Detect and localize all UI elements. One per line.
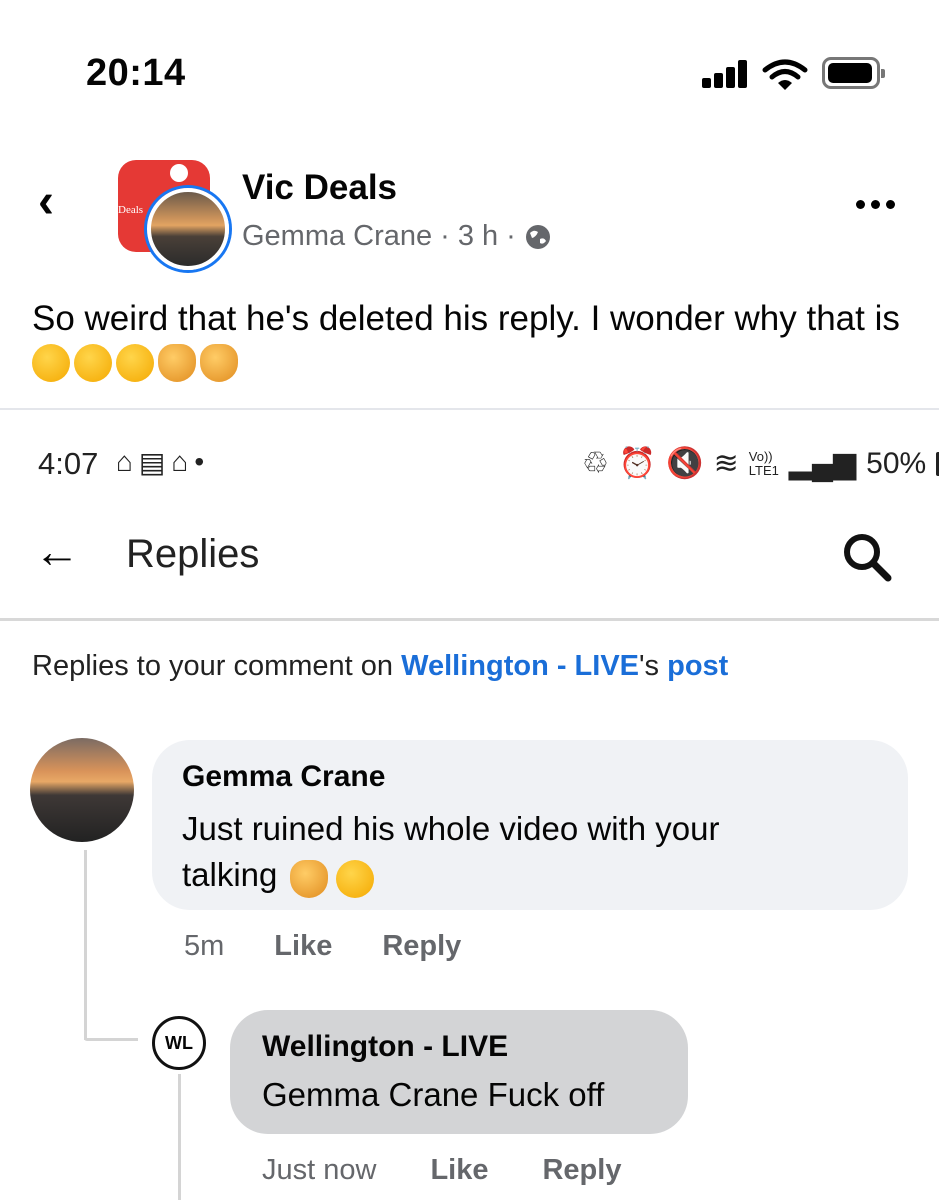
globe-icon bbox=[525, 224, 550, 249]
reply-avatar[interactable]: WL bbox=[152, 1016, 206, 1070]
reply-author[interactable]: Wellington - LIVE bbox=[262, 1030, 508, 1064]
signal-icon: ▂▄▆ bbox=[788, 447, 857, 480]
replies-title: Replies bbox=[126, 532, 260, 576]
meta-separator: · bbox=[440, 220, 450, 252]
group-name[interactable]: Vic Deals bbox=[242, 168, 397, 208]
reply-bubble[interactable] bbox=[230, 1010, 688, 1134]
thread-line bbox=[84, 850, 87, 1040]
replies-context: Replies to your comment on Wellington - … bbox=[32, 650, 728, 683]
cellular-signal-icon bbox=[702, 60, 750, 88]
reply-time: Just now bbox=[262, 1154, 377, 1186]
recycle-icon: ♲ bbox=[582, 447, 609, 480]
comment-text: Just ruined his whole video with your ta… bbox=[182, 806, 882, 898]
battery-icon bbox=[822, 57, 885, 89]
thread-line bbox=[84, 1038, 138, 1041]
wifi-icon: ≋ bbox=[713, 447, 739, 480]
reply-button[interactable]: Reply bbox=[382, 930, 461, 963]
commenter-avatar[interactable] bbox=[30, 738, 134, 842]
context-page-link[interactable]: Wellington - LIVE bbox=[401, 650, 639, 682]
comment-author[interactable]: Gemma Crane bbox=[182, 760, 385, 794]
battery-percent: 50% bbox=[866, 446, 927, 480]
network-label: Vo)) LTE1 bbox=[748, 448, 779, 478]
woman-facepalming-icon bbox=[200, 344, 238, 382]
context-post-link[interactable]: post bbox=[667, 650, 728, 682]
home-icon: ⌂ bbox=[171, 446, 189, 477]
comment-body: Just ruined his whole video with your ta… bbox=[182, 810, 720, 893]
back-chevron-icon[interactable]: ‹ bbox=[38, 178, 54, 226]
android-status-right: ♲ ⏰ 🔇 ≋ Vo)) LTE1 ▂▄▆ 50% bbox=[582, 446, 939, 481]
post-age[interactable]: 3 h bbox=[458, 220, 498, 253]
laughing-crying-face-icon bbox=[336, 860, 374, 898]
calendar-icon: ▤ bbox=[138, 447, 166, 478]
status-bar-time: 20:14 bbox=[86, 52, 186, 94]
reply-actions: Just now Like Reply bbox=[262, 1154, 621, 1187]
android-status-time: 4:07 bbox=[38, 446, 99, 481]
thread-line bbox=[178, 1074, 181, 1200]
reply-text: Gemma Crane Fuck off bbox=[262, 1076, 605, 1113]
post-meta: Gemma Crane · 3 h · bbox=[242, 220, 552, 253]
alarm-icon: ⏰ bbox=[618, 447, 657, 480]
home-icon: ⌂ bbox=[116, 446, 133, 477]
more-options-icon[interactable] bbox=[856, 200, 895, 209]
post-body: So weird that he's deleted his reply. I … bbox=[32, 299, 900, 338]
back-arrow-icon[interactable]: ← bbox=[34, 528, 80, 574]
search-icon[interactable] bbox=[840, 530, 896, 586]
like-button[interactable]: Like bbox=[430, 1154, 488, 1187]
meta-separator: · bbox=[506, 220, 516, 252]
reply-button[interactable]: Reply bbox=[542, 1154, 621, 1187]
thinking-face-icon bbox=[74, 344, 112, 382]
profile-avatar[interactable] bbox=[147, 188, 229, 270]
thinking-face-icon bbox=[32, 344, 70, 382]
like-button[interactable]: Like bbox=[274, 930, 332, 963]
mute-icon: 🔇 bbox=[666, 447, 704, 480]
thinking-face-icon bbox=[116, 344, 154, 382]
woman-facepalming-icon bbox=[290, 860, 328, 898]
comment-time: 5m bbox=[184, 930, 225, 962]
post-author[interactable]: Gemma Crane bbox=[242, 220, 432, 253]
woman-facepalming-icon bbox=[158, 344, 196, 382]
divider bbox=[0, 408, 939, 410]
post-text: So weird that he's deleted his reply. I … bbox=[32, 296, 912, 388]
wifi-icon bbox=[762, 59, 808, 90]
divider bbox=[0, 618, 939, 621]
context-prefix: Replies to your comment on bbox=[32, 650, 402, 682]
context-mid: 's bbox=[639, 650, 668, 682]
android-notification-icons: ⌂ ▤ ⌂ • bbox=[116, 446, 204, 479]
comment-actions: 5m Like Reply bbox=[184, 930, 461, 963]
dot-icon: • bbox=[194, 446, 205, 477]
